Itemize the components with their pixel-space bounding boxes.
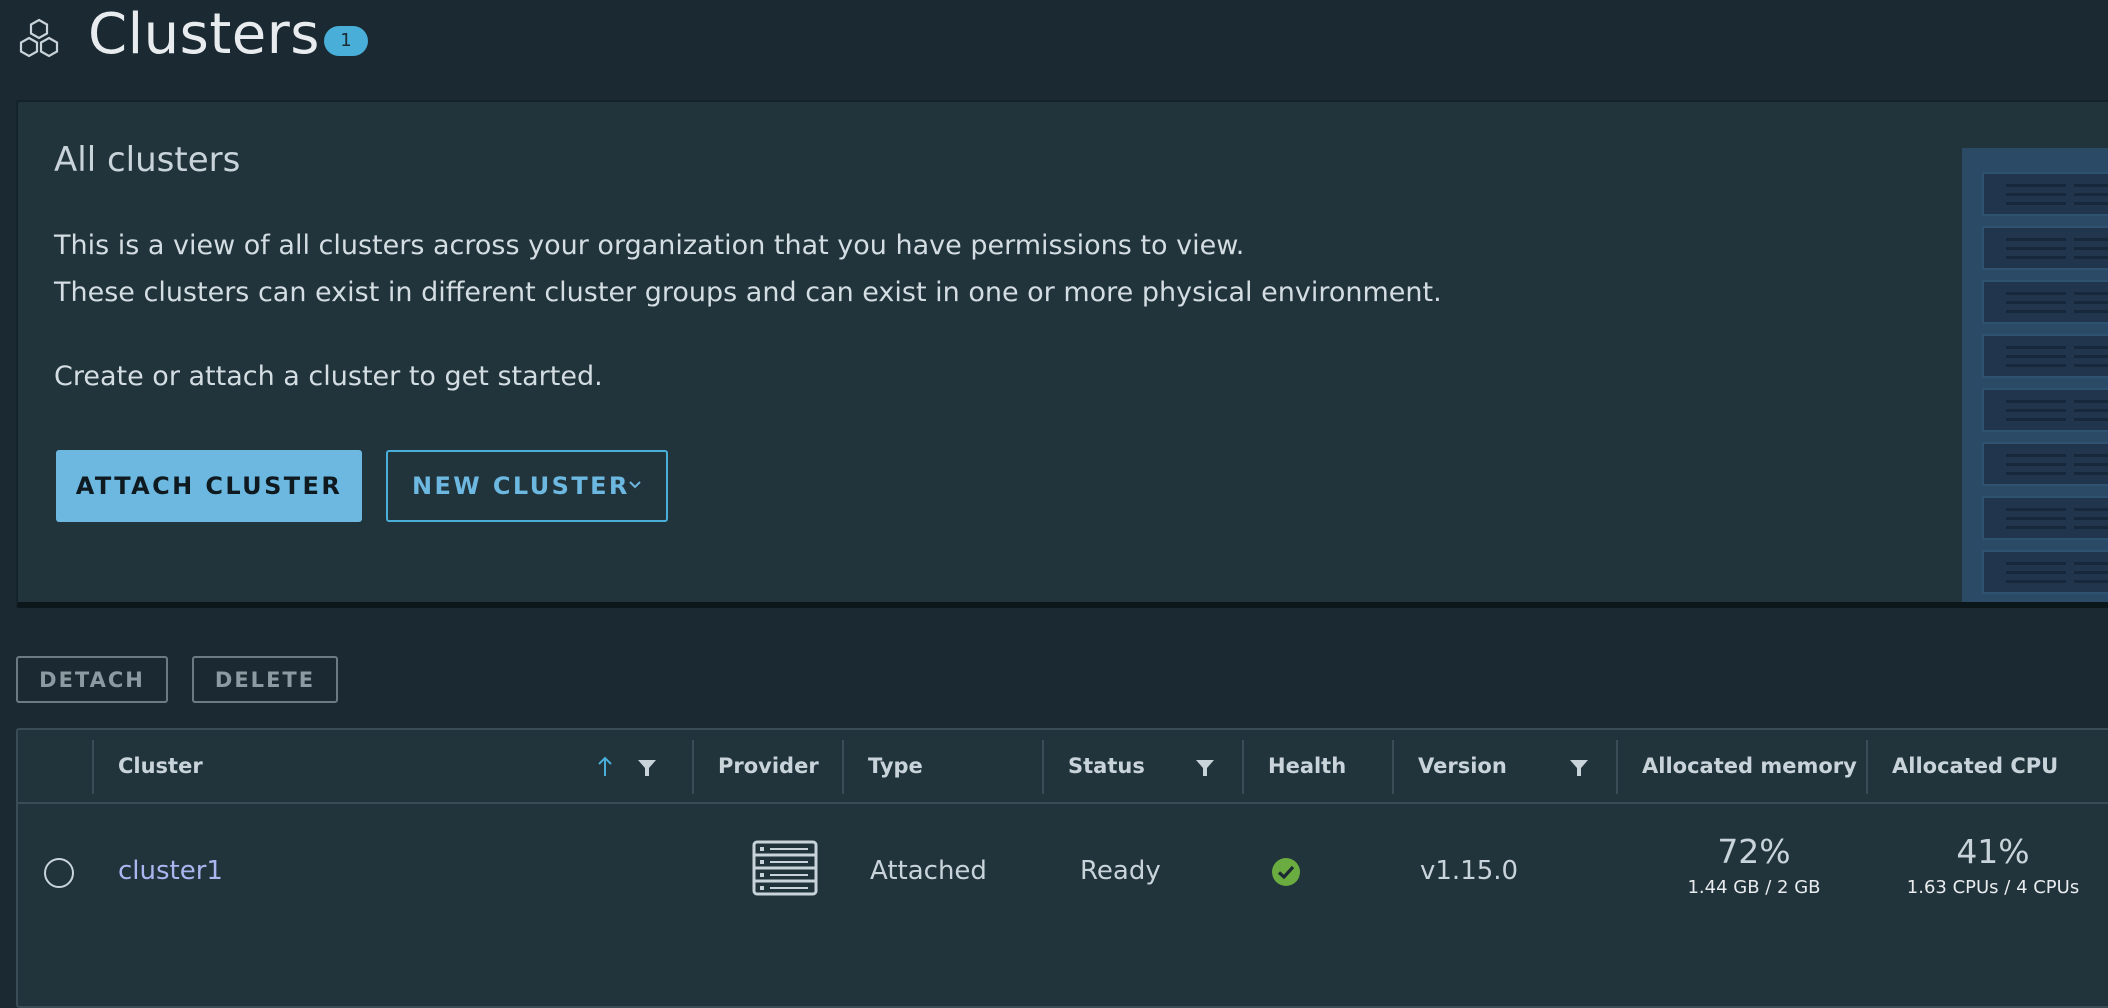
column-separator: [1042, 740, 1044, 794]
allocated-cpu-detail: 1.63 CPUs / 4 CPUs: [1906, 877, 2080, 898]
column-header-cluster[interactable]: Cluster: [118, 754, 203, 778]
rack-slot: [1982, 496, 2108, 540]
datagrid-header: Cluster Provider Type Status Health Vers…: [18, 730, 2108, 804]
table-row[interactable]: cluster1 Attached Ready v1.15.0 72% 1.44…: [18, 806, 2108, 932]
column-separator: [92, 740, 94, 794]
column-separator: [692, 740, 694, 794]
delete-button[interactable]: DELETE: [192, 656, 338, 703]
allocated-memory-metric: 72% 1.44 GB / 2 GB: [1642, 832, 1866, 898]
cluster-status: Ready: [1080, 856, 1161, 886]
allocated-cpu-percent: 41%: [1956, 832, 2030, 871]
sort-ascending-icon[interactable]: [596, 754, 614, 780]
check-circle-icon: [1272, 858, 1300, 886]
allocated-memory-percent: 72%: [1717, 832, 1791, 871]
attach-cluster-button[interactable]: ATTACH CLUSTER: [56, 450, 362, 522]
column-separator: [1392, 740, 1394, 794]
cluster-name-link[interactable]: cluster1: [118, 856, 223, 886]
filter-icon[interactable]: [636, 754, 658, 780]
allocated-memory-detail: 1.44 GB / 2 GB: [1687, 877, 1821, 898]
column-header-health[interactable]: Health: [1268, 754, 1346, 778]
filter-icon[interactable]: [1568, 754, 1590, 780]
server-rack-icon: [752, 840, 818, 896]
page-title: Clusters: [88, 2, 320, 67]
rack-slot: [1982, 550, 2108, 594]
column-separator: [842, 740, 844, 794]
rack-slot: [1982, 442, 2108, 486]
server-rack-illustration: [1962, 148, 2108, 602]
column-header-allocated-cpu[interactable]: Allocated CPU: [1892, 754, 2058, 778]
filter-icon[interactable]: [1194, 754, 1216, 780]
cluster-version: v1.15.0: [1420, 856, 1519, 886]
rack-slot: [1982, 334, 2108, 378]
detach-button[interactable]: DETACH: [16, 656, 168, 703]
column-separator: [1616, 740, 1618, 794]
column-header-type[interactable]: Type: [868, 754, 923, 778]
new-cluster-dropdown-button[interactable]: NEW CLUSTER: [386, 450, 668, 522]
clusters-hexagon-icon: [19, 18, 59, 58]
column-header-version[interactable]: Version: [1418, 754, 1507, 778]
column-header-provider[interactable]: Provider: [718, 754, 819, 778]
rack-slot: [1982, 226, 2108, 270]
allocated-cpu-metric: 41% 1.63 CPUs / 4 CPUs: [1868, 832, 2108, 898]
intro-card: All clusters This is a view of all clust…: [16, 100, 2108, 608]
column-separator: [1242, 740, 1244, 794]
rack-slot: [1982, 172, 2108, 216]
intro-description-line-1: This is a view of all clusters across yo…: [54, 230, 1245, 261]
clusters-datagrid: Cluster Provider Type Status Health Vers…: [16, 728, 2108, 1008]
chevron-down-icon: [629, 481, 641, 489]
cluster-type: Attached: [870, 856, 987, 886]
rack-slot: [1982, 388, 2108, 432]
rack-slot: [1982, 280, 2108, 324]
cluster-count-badge: 1: [324, 26, 368, 56]
column-header-status[interactable]: Status: [1068, 754, 1145, 778]
column-separator: [1866, 740, 1868, 794]
page-header: Clusters 1: [0, 0, 2108, 100]
column-header-allocated-memory[interactable]: Allocated memory: [1642, 754, 1857, 778]
intro-description-line-2: These clusters can exist in different cl…: [54, 277, 1442, 308]
intro-title: All clusters: [54, 140, 241, 180]
row-select-radio[interactable]: [44, 858, 74, 888]
intro-call-to-action: Create or attach a cluster to get starte…: [54, 361, 603, 392]
new-cluster-label: NEW CLUSTER: [412, 472, 630, 500]
